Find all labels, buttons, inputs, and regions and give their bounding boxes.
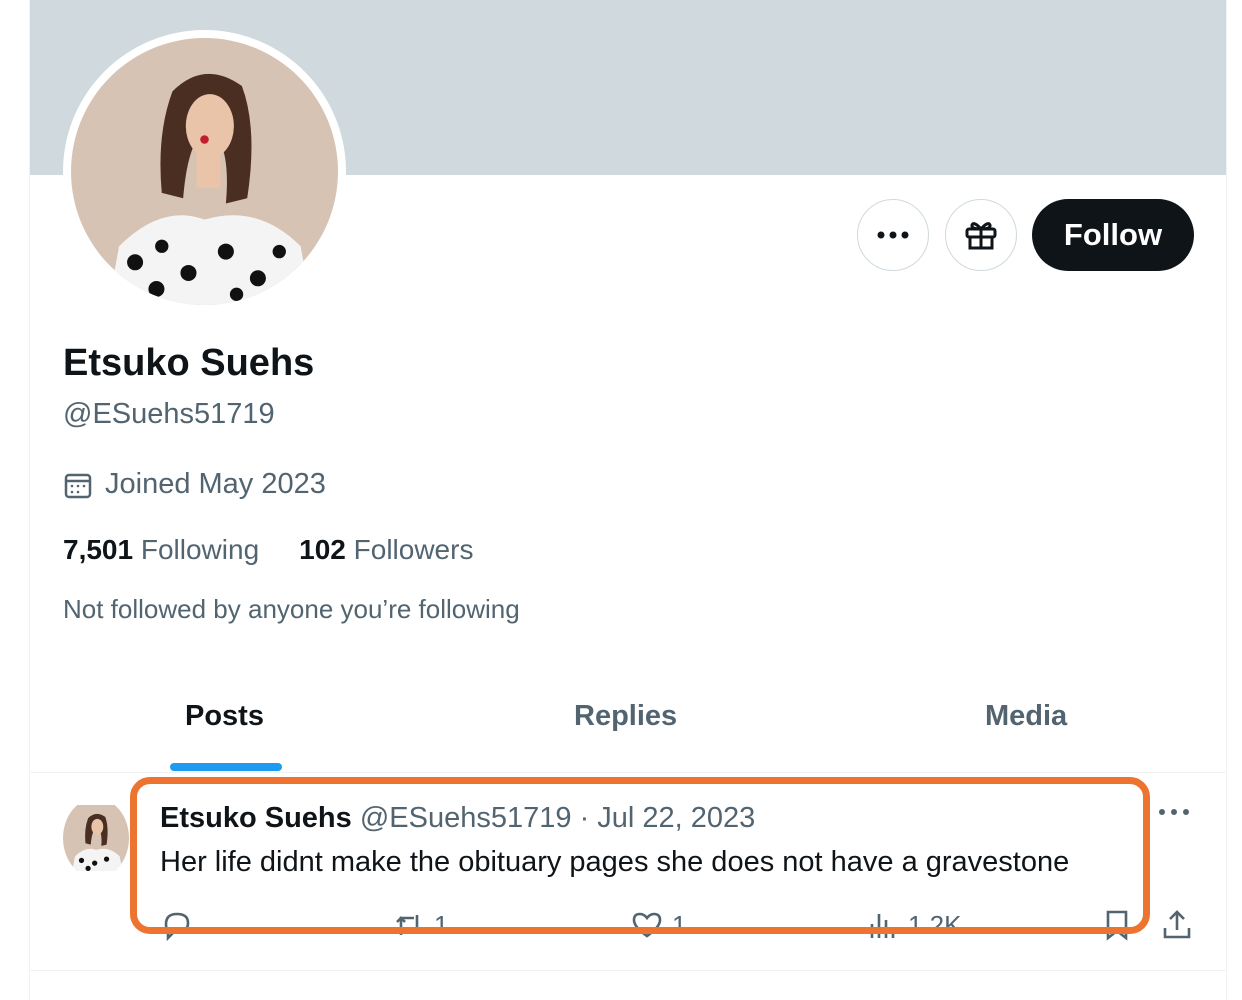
post-actions: 1 1 1.2K	[160, 908, 1200, 948]
more-icon	[877, 231, 909, 239]
joined-date: Joined May 2023	[63, 468, 326, 501]
like-icon	[632, 912, 662, 938]
gift-icon	[965, 222, 997, 250]
tab-media[interactable]: Media	[985, 700, 1067, 733]
more-icon	[1159, 809, 1189, 815]
following-count: 7,501	[63, 534, 134, 565]
share-icon	[1163, 910, 1191, 939]
not-followed-notice: Not followed by anyone you’re following	[63, 594, 520, 624]
following-label: Following	[140, 534, 260, 565]
calendar-icon	[64, 473, 92, 498]
bookmark-icon	[1106, 910, 1128, 941]
repost-count: 1	[434, 909, 449, 940]
post-author-handle[interactable]: @ESuehs51719	[360, 802, 572, 834]
follow-stats: 7,501 Following 102 Followers	[63, 534, 473, 566]
profile-handle: @ESuehs51719	[63, 398, 275, 430]
followers-label: Followers	[353, 534, 474, 565]
profile-avatar[interactable]	[63, 30, 346, 313]
repost-icon	[396, 915, 422, 935]
gift-button[interactable]	[945, 199, 1017, 271]
post-date[interactable]: Jul 22, 2023	[597, 802, 755, 834]
joined-text: Joined May 2023	[105, 468, 326, 500]
following-link[interactable]: 7,501 Following	[63, 534, 259, 566]
views-icon	[870, 914, 895, 938]
reply-button[interactable]	[160, 908, 194, 942]
avatar-image	[71, 38, 338, 305]
post-item[interactable]: Etsuko Suehs @ESuehs51719 · Jul 22, 2023…	[30, 774, 1226, 971]
views-count: 1.2K	[908, 909, 962, 940]
reply-icon	[164, 912, 190, 942]
profile-name: Etsuko Suehs	[63, 342, 315, 384]
like-count: 1	[672, 909, 687, 940]
post-avatar[interactable]	[63, 798, 129, 878]
profile-tabs: Posts Replies Media	[30, 680, 1226, 773]
like-button[interactable]: 1	[630, 908, 686, 942]
views-button[interactable]: 1.2K	[866, 908, 962, 942]
tab-posts[interactable]: Posts	[185, 700, 264, 733]
follow-button[interactable]: Follow	[1032, 199, 1194, 271]
share-button[interactable]	[1160, 908, 1194, 942]
post-text: Her life didnt make the obituary pages s…	[160, 846, 1070, 878]
repost-button[interactable]: 1	[392, 908, 448, 942]
post-author-name[interactable]: Etsuko Suehs	[160, 802, 352, 834]
post-more-button[interactable]	[1158, 804, 1190, 822]
post-separator: ·	[579, 802, 590, 834]
tab-replies[interactable]: Replies	[574, 700, 677, 733]
profile-page: Follow Etsuko Suehs @ESuehs51719 Joined …	[29, 0, 1227, 1000]
bookmark-button[interactable]	[1100, 908, 1134, 942]
active-tab-indicator	[170, 763, 282, 771]
followers-count: 102	[299, 534, 346, 565]
more-options-button[interactable]	[857, 199, 929, 271]
followers-link[interactable]: 102 Followers	[299, 534, 473, 566]
post-header: Etsuko Suehs @ESuehs51719 · Jul 22, 2023	[160, 802, 755, 835]
